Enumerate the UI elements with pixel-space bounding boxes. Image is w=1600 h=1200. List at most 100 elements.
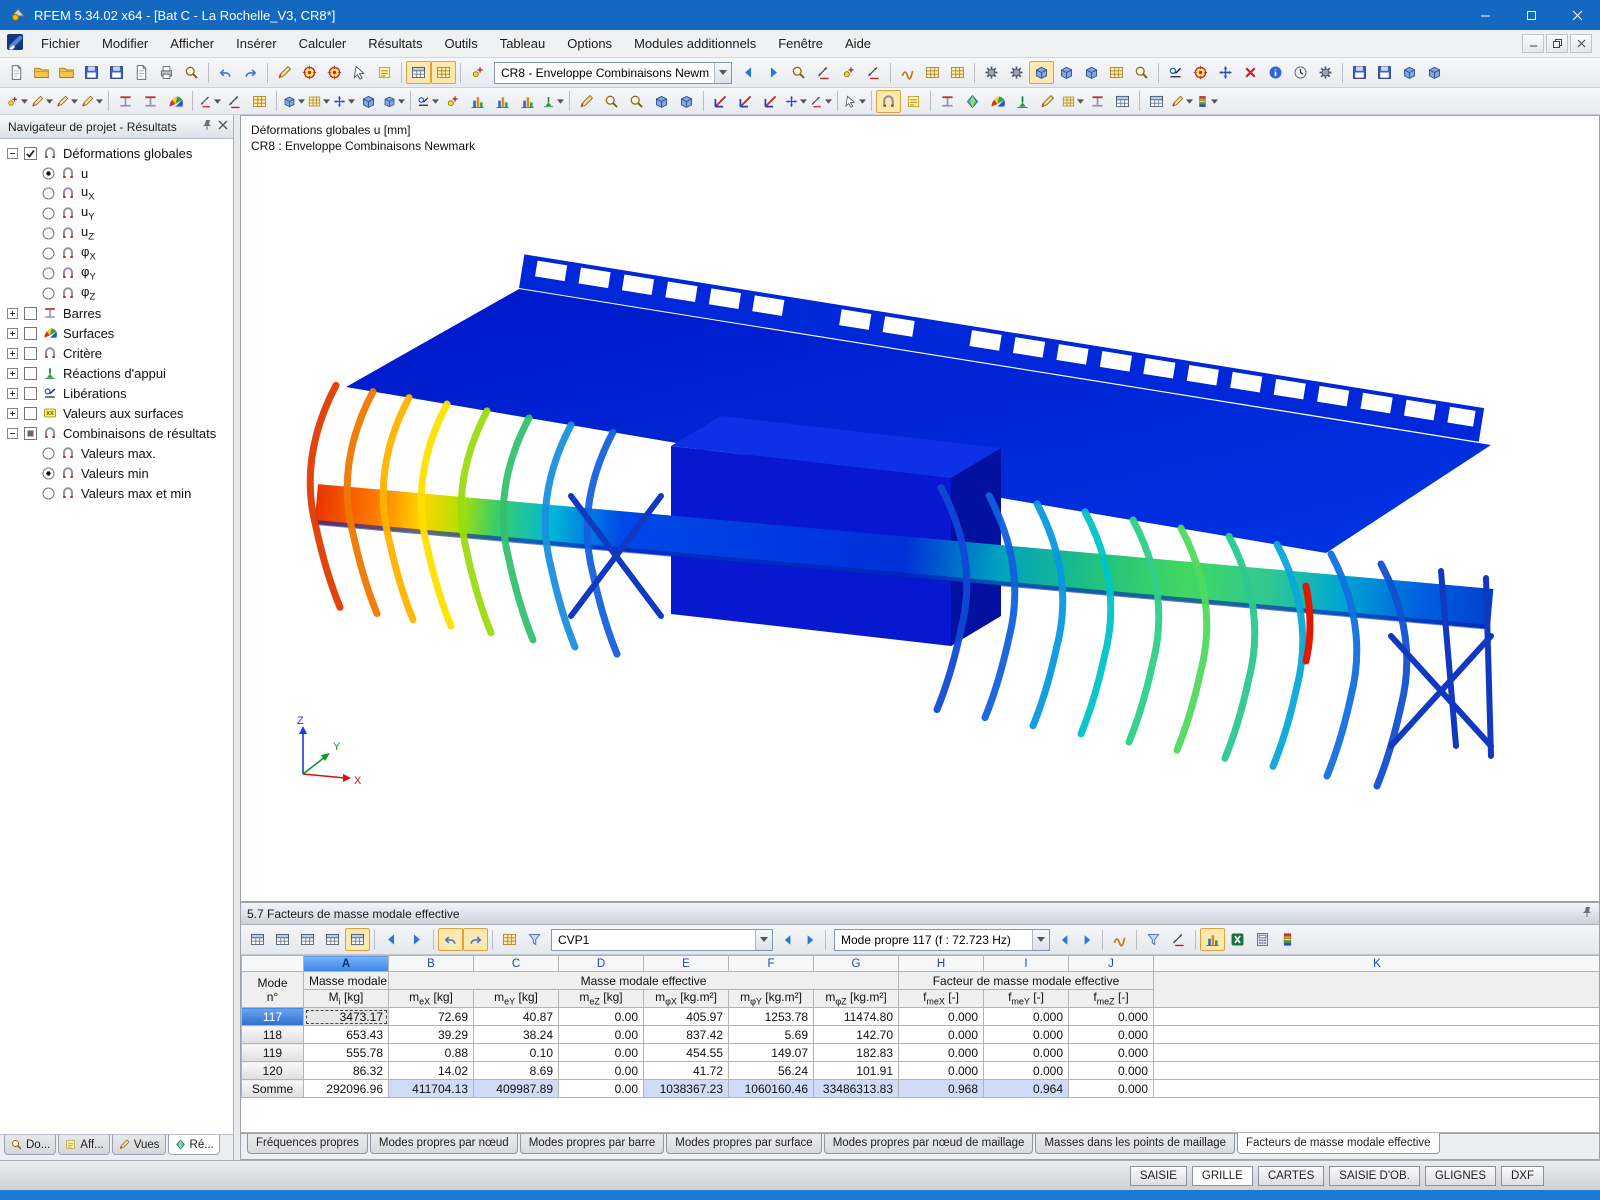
table-tab-modes-propres-par-nœud[interactable]: Modes propres par nœud [369,1134,518,1154]
menu-ins-rer[interactable]: Insérer [225,31,287,56]
decimal-places-icon[interactable] [861,61,886,84]
result-diagrams-icon[interactable] [895,61,920,84]
new-node-icon[interactable] [4,90,29,113]
column-letter-B[interactable]: B [388,955,474,972]
child-close-icon[interactable] [1570,34,1592,53]
display-properties-icon[interactable] [1169,90,1194,113]
new-line-refined-icon[interactable] [54,90,79,113]
goto-table-icon[interactable] [245,928,270,951]
mesh-table-icon[interactable] [1104,61,1129,84]
measure-icon[interactable] [1163,61,1188,84]
tree-valeurs-max-min[interactable]: Valeurs max et min [0,483,233,503]
mirror-model-icon[interactable] [1213,61,1238,84]
new-member-icon[interactable] [113,90,138,113]
snap-point-icon[interactable] [836,61,861,84]
filter-results-icon[interactable] [1141,928,1166,951]
mode-combo[interactable]: Mode propre 117 (f : 72.723 Hz) [834,928,1050,951]
previous-mode-button[interactable] [1054,929,1076,951]
table-cell[interactable]: 72.69 [388,1007,474,1026]
checkbox-icon[interactable] [22,366,38,380]
child-restore-icon[interactable] [1546,34,1568,53]
table-row[interactable]: 119 555.78 0.88 0.10 0.00 454.55 149.07 182.83 0… [241,1043,1599,1062]
status-dxf[interactable]: DXF [1501,1165,1544,1186]
new-support-icon[interactable] [197,90,222,113]
connect-members-icon[interactable] [415,90,440,113]
table-cell[interactable]: 0.000 [1068,1043,1154,1062]
plus-expander-icon[interactable] [6,367,18,379]
pin-icon[interactable] [1581,906,1593,921]
rotate-view-icon[interactable] [1188,61,1213,84]
table-cell[interactable]: 0.000 [898,1025,984,1044]
table-cell[interactable]: 0.00 [558,1061,644,1080]
tree-deformations-globales[interactable]: Déformations globales [0,143,233,163]
undo-icon[interactable] [213,61,238,84]
open-project-icon[interactable] [29,61,54,84]
status-saisie[interactable]: SAISIE [1129,1165,1187,1186]
generate-mesh-icon[interactable] [979,61,1004,84]
previous-case-button[interactable] [777,929,799,951]
import-dxf-icon[interactable] [1397,61,1422,84]
table-cell[interactable]: 0.000 [983,1061,1069,1080]
table-tab-masses-dans-les-points-de-maillage[interactable]: Masses dans les points de maillage [1035,1134,1236,1154]
checkbox-icon[interactable] [22,426,38,440]
open-calculator-icon[interactable] [1250,928,1275,951]
table-cell[interactable]: 101.91 [813,1061,899,1080]
projection-box-icon[interactable] [674,90,699,113]
export-pdf-icon[interactable] [1422,61,1447,84]
tree-valeurs-max[interactable]: Valeurs max. [0,443,233,463]
select-special-icon[interactable] [347,61,372,84]
sum-row[interactable]: Somme 292096.96 411704.13 409987.89 0.00 1038… [241,1079,1599,1098]
table-cell[interactable]: 555.78 [303,1043,389,1062]
model-info-icon[interactable] [1263,61,1288,84]
radio-icon[interactable] [40,287,56,300]
next-mode-button[interactable] [1076,929,1098,951]
mode-row-header[interactable]: 119 [241,1043,304,1062]
plus-expander-icon[interactable] [6,387,18,399]
table-cell[interactable]: 837.42 [643,1025,729,1044]
selection-brush-icon[interactable] [574,90,599,113]
insert-node-icon[interactable] [440,90,465,113]
menu-afficher[interactable]: Afficher [159,31,225,56]
maximize-icon[interactable] [1508,0,1554,30]
menu-r-sultats[interactable]: Résultats [357,31,433,56]
table-cell[interactable]: 0.000 [898,1043,984,1062]
close-icon[interactable] [1554,0,1600,30]
radio-icon[interactable] [40,167,56,180]
tree-critere[interactable]: Critère [0,343,233,363]
load-case-combo[interactable]: CR8 - Enveloppe Combinaisons Newm [494,61,732,84]
open-model-icon[interactable] [54,61,79,84]
new-opening-icon[interactable] [331,90,356,113]
status-grille[interactable]: GRILLE [1191,1165,1253,1186]
table-cell[interactable]: 0.00 [558,1043,644,1062]
last-mode-icon[interactable] [404,928,429,951]
show-results-icon[interactable] [876,89,901,113]
column-letter-E[interactable]: E [643,955,729,972]
previous-load-case-icon[interactable] [736,61,761,84]
result-diagram-icon[interactable] [1107,928,1132,951]
print-icon[interactable] [154,61,179,84]
checkbox-icon[interactable] [22,326,38,340]
control-panel-icon[interactable] [1144,90,1169,113]
table-cell[interactable]: 0.000 [1068,1007,1154,1026]
menu-options[interactable]: Options [556,31,623,56]
tree-barres[interactable]: Barres [0,303,233,323]
next-load-case-icon[interactable] [761,61,786,84]
plus-expander-icon[interactable] [6,347,18,359]
child-minimize-icon[interactable] [1522,34,1544,53]
table-cell[interactable] [1153,1061,1599,1080]
menu-tableau[interactable]: Tableau [489,31,557,56]
color-scale-icon[interactable] [1194,90,1219,113]
modal-mass-table[interactable]: A B C D E F G H I J K Mode n° Masse modale Masse modal… [241,955,1599,1133]
column-letter-H[interactable]: H [898,955,984,972]
mode-row-header[interactable]: 117 [241,1007,304,1026]
regenerate-numbering-icon[interactable] [465,61,490,84]
tree-uy[interactable]: uY [0,203,233,223]
table-tab-modes-propres-par-surface[interactable]: Modes propres par surface [666,1134,822,1154]
fly-through-icon[interactable] [1035,90,1060,113]
radio-icon[interactable] [40,247,56,260]
calculation-parameters-icon[interactable] [1313,61,1338,84]
tree-reactions-appui[interactable]: Réactions d'appui [0,363,233,383]
search-object-icon[interactable] [786,61,811,84]
new-member-load-icon[interactable] [490,90,515,113]
table-cell[interactable]: 0.000 [1068,1061,1154,1080]
